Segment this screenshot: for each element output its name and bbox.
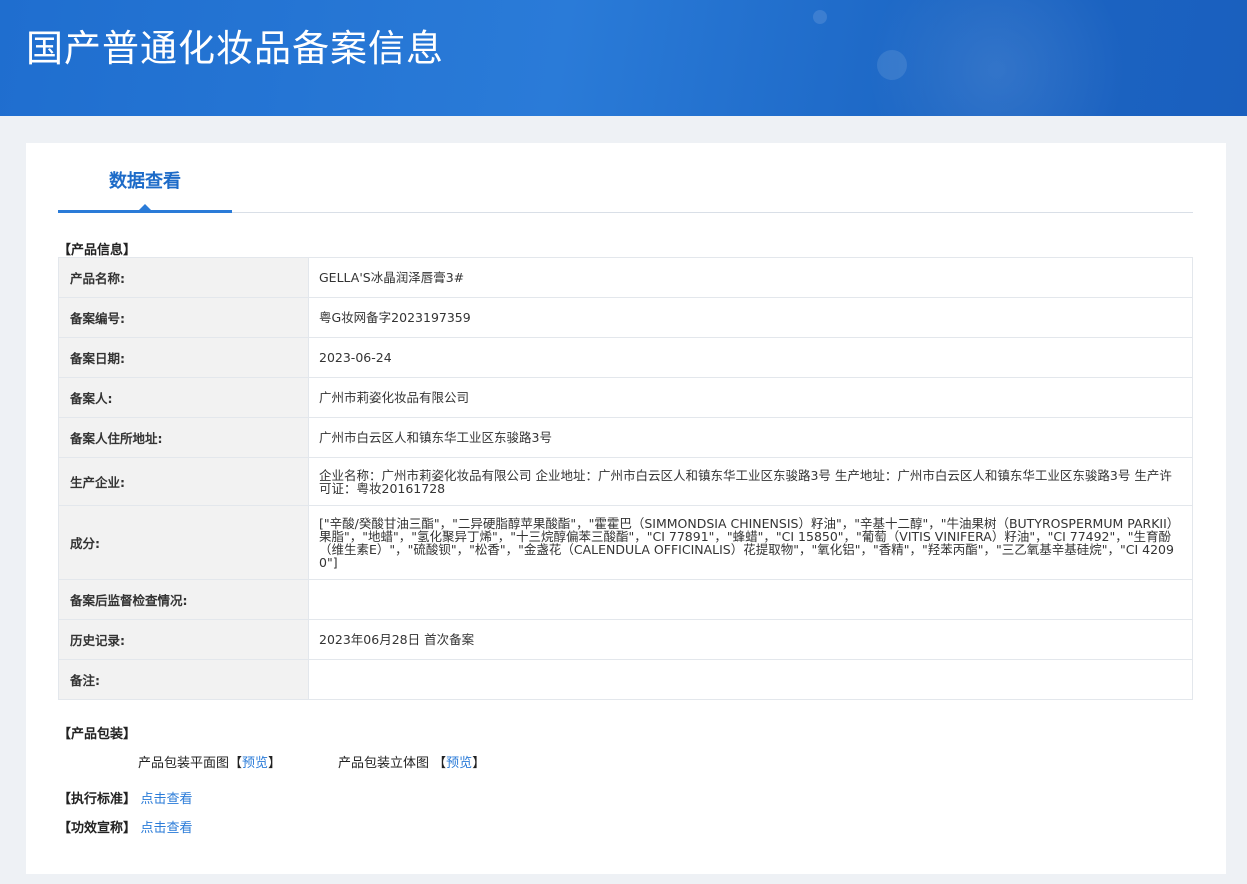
preview-stereo-link[interactable]: 预览 — [446, 756, 472, 771]
banner-decoration — [867, 0, 1127, 116]
row-value: GELLA'S冰晶润泽唇膏3# — [308, 257, 1193, 298]
row-key: 备案后监督检查情况: — [58, 579, 309, 620]
row-key: 生产企业: — [58, 457, 309, 506]
tab-label: 数据查看 — [109, 171, 181, 192]
tab-bar: 数据查看 — [58, 143, 1193, 213]
tab-data-view[interactable]: 数据查看 — [58, 143, 232, 213]
preview-flat-link[interactable]: 预览 — [242, 756, 268, 771]
row-key: 产品名称: — [58, 257, 309, 298]
table-row: 备案日期: 2023-06-24 — [58, 337, 1193, 378]
section-label-standard: 【执行标准】 — [58, 792, 137, 807]
tab-active-indicator — [139, 204, 151, 210]
row-value: 广州市白云区人和镇东华工业区东骏路3号 — [308, 417, 1193, 458]
packaging-flat-item: 产品包装平面图【预览】 — [138, 752, 281, 771]
standard-view-link[interactable]: 点击查看 — [141, 792, 193, 807]
row-value: ["辛酸/癸酸甘油三酯"，"二异硬脂醇苹果酸酯"，"霍霍巴（SIMMONDSIA… — [308, 505, 1193, 580]
standard-row: 【执行标准】 点击查看 — [58, 788, 193, 807]
table-row: 历史记录: 2023年06月28日 首次备案 — [58, 619, 1193, 660]
table-row: 产品名称: GELLA'S冰晶润泽唇膏3# — [58, 257, 1193, 298]
row-value — [308, 579, 1193, 620]
table-row: 成分: ["辛酸/癸酸甘油三酯"，"二异硬脂醇苹果酸酯"，"霍霍巴（SIMMON… — [58, 505, 1193, 580]
row-key: 备注: — [58, 659, 309, 700]
table-row: 备案人: 广州市莉姿化妆品有限公司 — [58, 377, 1193, 418]
packaging-stereo-item: 产品包装立体图 【预览】 — [338, 752, 485, 771]
header-banner: 国产普通化妆品备案信息 — [0, 0, 1247, 116]
packaging-flat-label: 产品包装平面图 — [138, 756, 230, 771]
row-value: 2023-06-24 — [308, 337, 1193, 378]
section-label-packaging: 【产品包装】 — [58, 727, 137, 742]
row-key: 备案日期: — [58, 337, 309, 378]
table-row: 备案后监督检查情况: — [58, 579, 1193, 620]
row-value: 企业名称：广州市莉姿化妆品有限公司 企业地址：广州市白云区人和镇东华工业区东骏路… — [308, 457, 1193, 506]
efficacy-row: 【功效宣称】 点击查看 — [58, 817, 193, 836]
product-info-table: 产品名称: GELLA'S冰晶润泽唇膏3# 备案编号: 粤G妆网备字202319… — [58, 257, 1193, 700]
content-card: 数据查看 【产品信息】 产品名称: GELLA'S冰晶润泽唇膏3# 备案编号: … — [26, 143, 1226, 874]
bracket-close: 】 — [472, 756, 486, 771]
row-key: 备案人: — [58, 377, 309, 418]
row-value: 广州市莉姿化妆品有限公司 — [308, 377, 1193, 418]
packaging-stereo-label: 产品包装立体图 — [338, 756, 430, 771]
bracket-open: 【 — [433, 756, 447, 771]
row-key: 历史记录: — [58, 619, 309, 660]
row-key: 备案编号: — [58, 297, 309, 338]
bracket-close: 】 — [268, 756, 282, 771]
table-row: 备案人住所地址: 广州市白云区人和镇东华工业区东骏路3号 — [58, 417, 1193, 458]
page-title: 国产普通化妆品备案信息 — [26, 27, 444, 70]
section-label-product-info: 【产品信息】 — [58, 243, 137, 258]
row-value — [308, 659, 1193, 700]
table-row: 备注: — [58, 659, 1193, 700]
table-row: 备案编号: 粤G妆网备字2023197359 — [58, 297, 1193, 338]
banner-decoration — [877, 50, 907, 80]
table-row: 生产企业: 企业名称：广州市莉姿化妆品有限公司 企业地址：广州市白云区人和镇东华… — [58, 457, 1193, 506]
row-value: 2023年06月28日 首次备案 — [308, 619, 1193, 660]
efficacy-view-link[interactable]: 点击查看 — [141, 821, 193, 836]
section-label-efficacy: 【功效宣称】 — [58, 821, 137, 836]
row-key: 备案人住所地址: — [58, 417, 309, 458]
row-value: 粤G妆网备字2023197359 — [308, 297, 1193, 338]
row-key: 成分: — [58, 505, 309, 580]
bracket-open: 【 — [229, 756, 243, 771]
banner-decoration — [813, 10, 827, 24]
